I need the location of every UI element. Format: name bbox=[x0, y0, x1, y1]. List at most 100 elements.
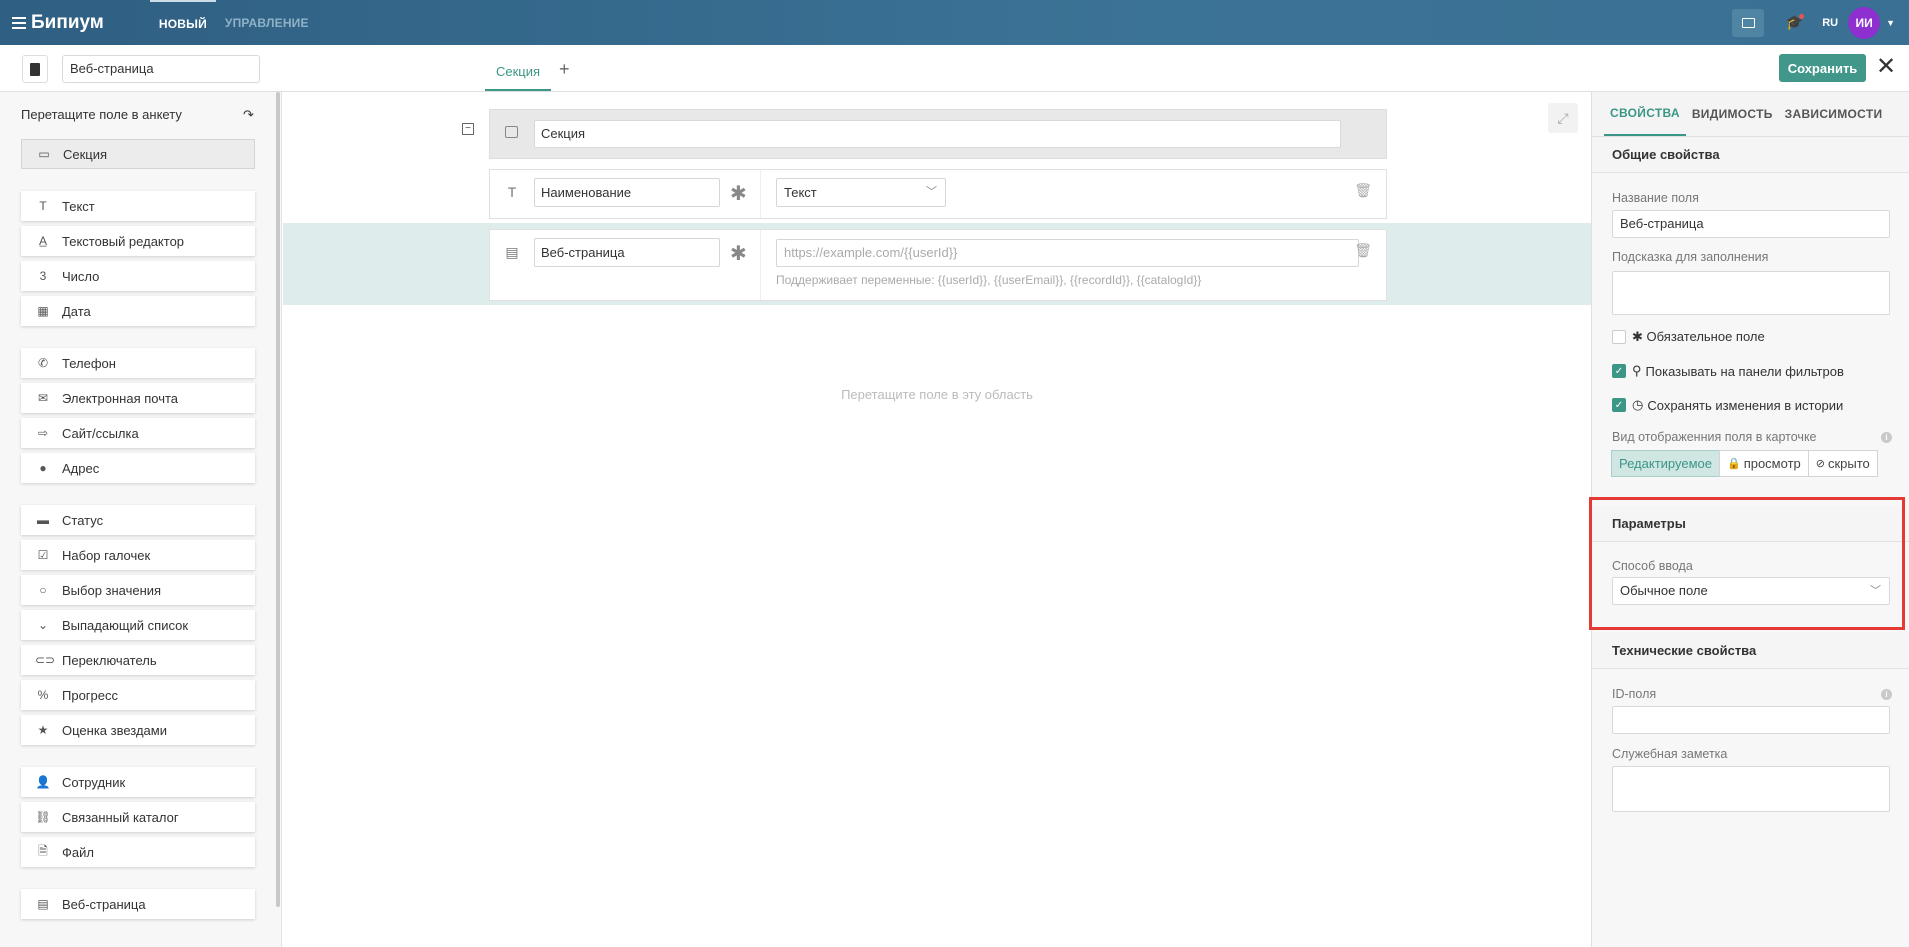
history-icon: ◷ bbox=[1632, 397, 1644, 412]
filter-panel-checkbox[interactable]: ✓ ⚲ Показывать на панели фильтров bbox=[1612, 363, 1844, 379]
hint-textarea[interactable] bbox=[1612, 271, 1890, 315]
add-tab-icon[interactable]: + bbox=[559, 59, 570, 80]
palette-scrollbar[interactable] bbox=[276, 92, 280, 907]
display-mode-editable[interactable]: Редактируемое bbox=[1611, 450, 1720, 477]
form-icon[interactable] bbox=[22, 55, 48, 83]
palette-item-progress[interactable]: % Прогресс bbox=[21, 680, 255, 710]
field-name-input[interactable]: Веб-страница bbox=[1612, 210, 1890, 238]
section-name-input[interactable]: Секция bbox=[534, 120, 1341, 148]
menu-icon[interactable] bbox=[12, 16, 26, 29]
chevron-down-icon: ﹀ bbox=[926, 186, 937, 198]
chevron-down-icon: ⌄ bbox=[37, 618, 49, 632]
palette-item-link[interactable]: ⇨ Сайт/ссылка bbox=[21, 418, 255, 448]
webpage-icon: ▤ bbox=[37, 897, 49, 911]
field-preview: https://example.com/{{userId}} Поддержив… bbox=[760, 230, 1386, 300]
star-icon: ★ bbox=[37, 723, 49, 737]
properties-tabs: СВОЙСТВА ВИДИМОСТЬ ЗАВИСИМОСТИ bbox=[1592, 92, 1909, 137]
top-bar: Бипиум НОВЫЙ УПРАВЛЕНИЕ 🎓 RU ИИ ▼ bbox=[0, 0, 1909, 45]
palette-header: Перетащите поле в анкету bbox=[21, 107, 182, 122]
palette-item-stars[interactable]: ★ Оценка звездами bbox=[21, 715, 255, 745]
radio-icon: ○ bbox=[39, 583, 47, 597]
avatar[interactable]: ИИ bbox=[1848, 6, 1881, 39]
palette-item-status[interactable]: ▬ Статус bbox=[21, 505, 255, 535]
chain-link-icon: ⛓ bbox=[35, 810, 51, 824]
form-name-input[interactable]: Веб-страница bbox=[62, 55, 260, 83]
drop-zone[interactable]: Перетащите поле в эту область bbox=[283, 387, 1591, 402]
tab-properties[interactable]: СВОЙСТВА bbox=[1604, 92, 1686, 136]
language-switch[interactable]: RU bbox=[1822, 17, 1838, 29]
field-row-webpage[interactable]: ▤ Веб-страница ✱ https://example.com/{{u… bbox=[489, 229, 1387, 301]
palette-item-number[interactable]: 3 Число bbox=[21, 261, 255, 291]
close-icon[interactable]: ✕ bbox=[1876, 55, 1896, 79]
palette-item-text-editor[interactable]: A̲ Текстовый редактор bbox=[21, 226, 255, 256]
field-row-name[interactable]: T Наименование ✱ Текст ﹀ 🗑 bbox=[489, 169, 1387, 219]
save-button[interactable]: Сохранить bbox=[1779, 54, 1866, 82]
palette-item-phone[interactable]: ✆ Телефон bbox=[21, 348, 255, 378]
palette-item-section[interactable]: ▭ Секция bbox=[21, 139, 255, 169]
file-icon: 🗎 bbox=[38, 843, 48, 858]
palette-item-choice[interactable]: ○ Выбор значения bbox=[21, 575, 255, 605]
percent-icon: % bbox=[37, 688, 49, 702]
expand-icon[interactable]: ⤢ bbox=[1548, 103, 1578, 133]
field-id-input[interactable] bbox=[1612, 706, 1890, 734]
required-icon[interactable]: ✱ bbox=[730, 181, 747, 206]
palette-item-date[interactable]: ▦ Дата bbox=[21, 296, 255, 326]
envelope-icon: ✉ bbox=[37, 391, 49, 405]
highlight-box bbox=[1589, 497, 1905, 630]
palette-item-checkboxes[interactable]: ☑ Набор галочек bbox=[21, 540, 255, 570]
app-logo[interactable]: Бипиум bbox=[31, 12, 104, 34]
palette-item-employee[interactable]: 👤 Сотрудник bbox=[21, 767, 255, 797]
tab-section[interactable]: Секция bbox=[485, 53, 552, 91]
nav-manage[interactable]: УПРАВЛЕНИЕ bbox=[216, 0, 318, 45]
palette-item-linked-catalog[interactable]: ⛓ Связанный каталог bbox=[21, 802, 255, 832]
display-mode-toggle: Редактируемое 🔒 просмотр ⊘ скрыто bbox=[1611, 450, 1878, 477]
palette-item-webpage[interactable]: ▤ Веб-страница bbox=[21, 889, 255, 919]
field-name-input[interactable]: Наименование bbox=[534, 178, 720, 207]
trash-icon[interactable]: 🗑 bbox=[1354, 242, 1372, 259]
palette-item-address[interactable]: ● Адрес bbox=[21, 453, 255, 483]
tab-visibility[interactable]: ВИДИМОСТЬ bbox=[1686, 92, 1779, 136]
nav-new[interactable]: НОВЫЙ bbox=[149, 0, 216, 45]
trash-icon[interactable]: 🗑 bbox=[1354, 182, 1372, 199]
form-canvas: ⤢ − Секция T Наименование ✱ Текст ﹀ 🗑 ▤ В… bbox=[283, 92, 1591, 947]
palette-item-dropdown[interactable]: ⌄ Выпадающий список bbox=[21, 610, 255, 640]
field-name-input[interactable]: Веб-страница bbox=[534, 238, 720, 267]
variables-hint: Поддерживает переменные: {{userId}}, {{u… bbox=[776, 273, 1202, 287]
required-icon[interactable]: ✱ bbox=[730, 241, 747, 266]
field-preview: Текст ﹀ 🗑 bbox=[760, 170, 1386, 218]
checkbox[interactable]: ✓ bbox=[1612, 398, 1626, 412]
url-input[interactable]: https://example.com/{{userId}} bbox=[776, 239, 1359, 267]
palette-item-text[interactable]: T Текст bbox=[21, 191, 255, 221]
graduation-cap-icon[interactable]: 🎓 bbox=[1784, 13, 1805, 33]
field-type-select[interactable]: Текст ﹀ bbox=[776, 178, 946, 207]
text-icon: T bbox=[39, 199, 47, 213]
checkbox[interactable]: ✓ bbox=[1612, 364, 1626, 378]
user-icon: 👤 bbox=[35, 775, 51, 789]
chat-icon[interactable] bbox=[1732, 8, 1765, 37]
palette-item-email[interactable]: ✉ Электронная почта bbox=[21, 383, 255, 413]
info-icon[interactable]: i bbox=[1881, 689, 1892, 700]
service-note-label: Служебная заметка bbox=[1612, 747, 1728, 761]
display-mode-hidden[interactable]: ⊘ скрыто bbox=[1807, 450, 1878, 477]
section-row[interactable]: Секция bbox=[489, 109, 1387, 159]
required-checkbox[interactable]: ✱ Обязательное поле bbox=[1612, 329, 1765, 345]
service-note-textarea[interactable] bbox=[1612, 766, 1890, 812]
checkbox[interactable] bbox=[1612, 330, 1626, 344]
section-icon bbox=[505, 126, 518, 138]
field-palette: Перетащите поле в анкету ↷ ▭ Секция T Текс… bbox=[0, 92, 282, 947]
palette-item-switch[interactable]: ⊂⊃ Переключатель bbox=[21, 645, 255, 675]
webpage-icon: ▤ bbox=[505, 244, 519, 260]
redo-icon[interactable]: ↷ bbox=[243, 107, 254, 123]
history-checkbox[interactable]: ✓ ◷ Сохранять изменения в истории bbox=[1612, 397, 1843, 413]
tab-dependencies[interactable]: ЗАВИСИМОСТИ bbox=[1779, 92, 1889, 136]
collapse-icon[interactable]: − bbox=[462, 123, 474, 135]
palette-item-file[interactable]: 🗎 Файл bbox=[21, 837, 255, 867]
top-nav: НОВЫЙ УПРАВЛЕНИЕ bbox=[149, 0, 318, 45]
checkbox-icon: ☑ bbox=[37, 548, 49, 562]
text-icon: T bbox=[507, 184, 517, 200]
field-id-label: ID-поля bbox=[1612, 687, 1657, 701]
info-icon[interactable]: i bbox=[1881, 432, 1892, 443]
calendar-icon: ▦ bbox=[37, 304, 49, 318]
chevron-down-icon[interactable]: ▼ bbox=[1886, 18, 1895, 28]
display-mode-view[interactable]: 🔒 просмотр bbox=[1718, 450, 1809, 477]
